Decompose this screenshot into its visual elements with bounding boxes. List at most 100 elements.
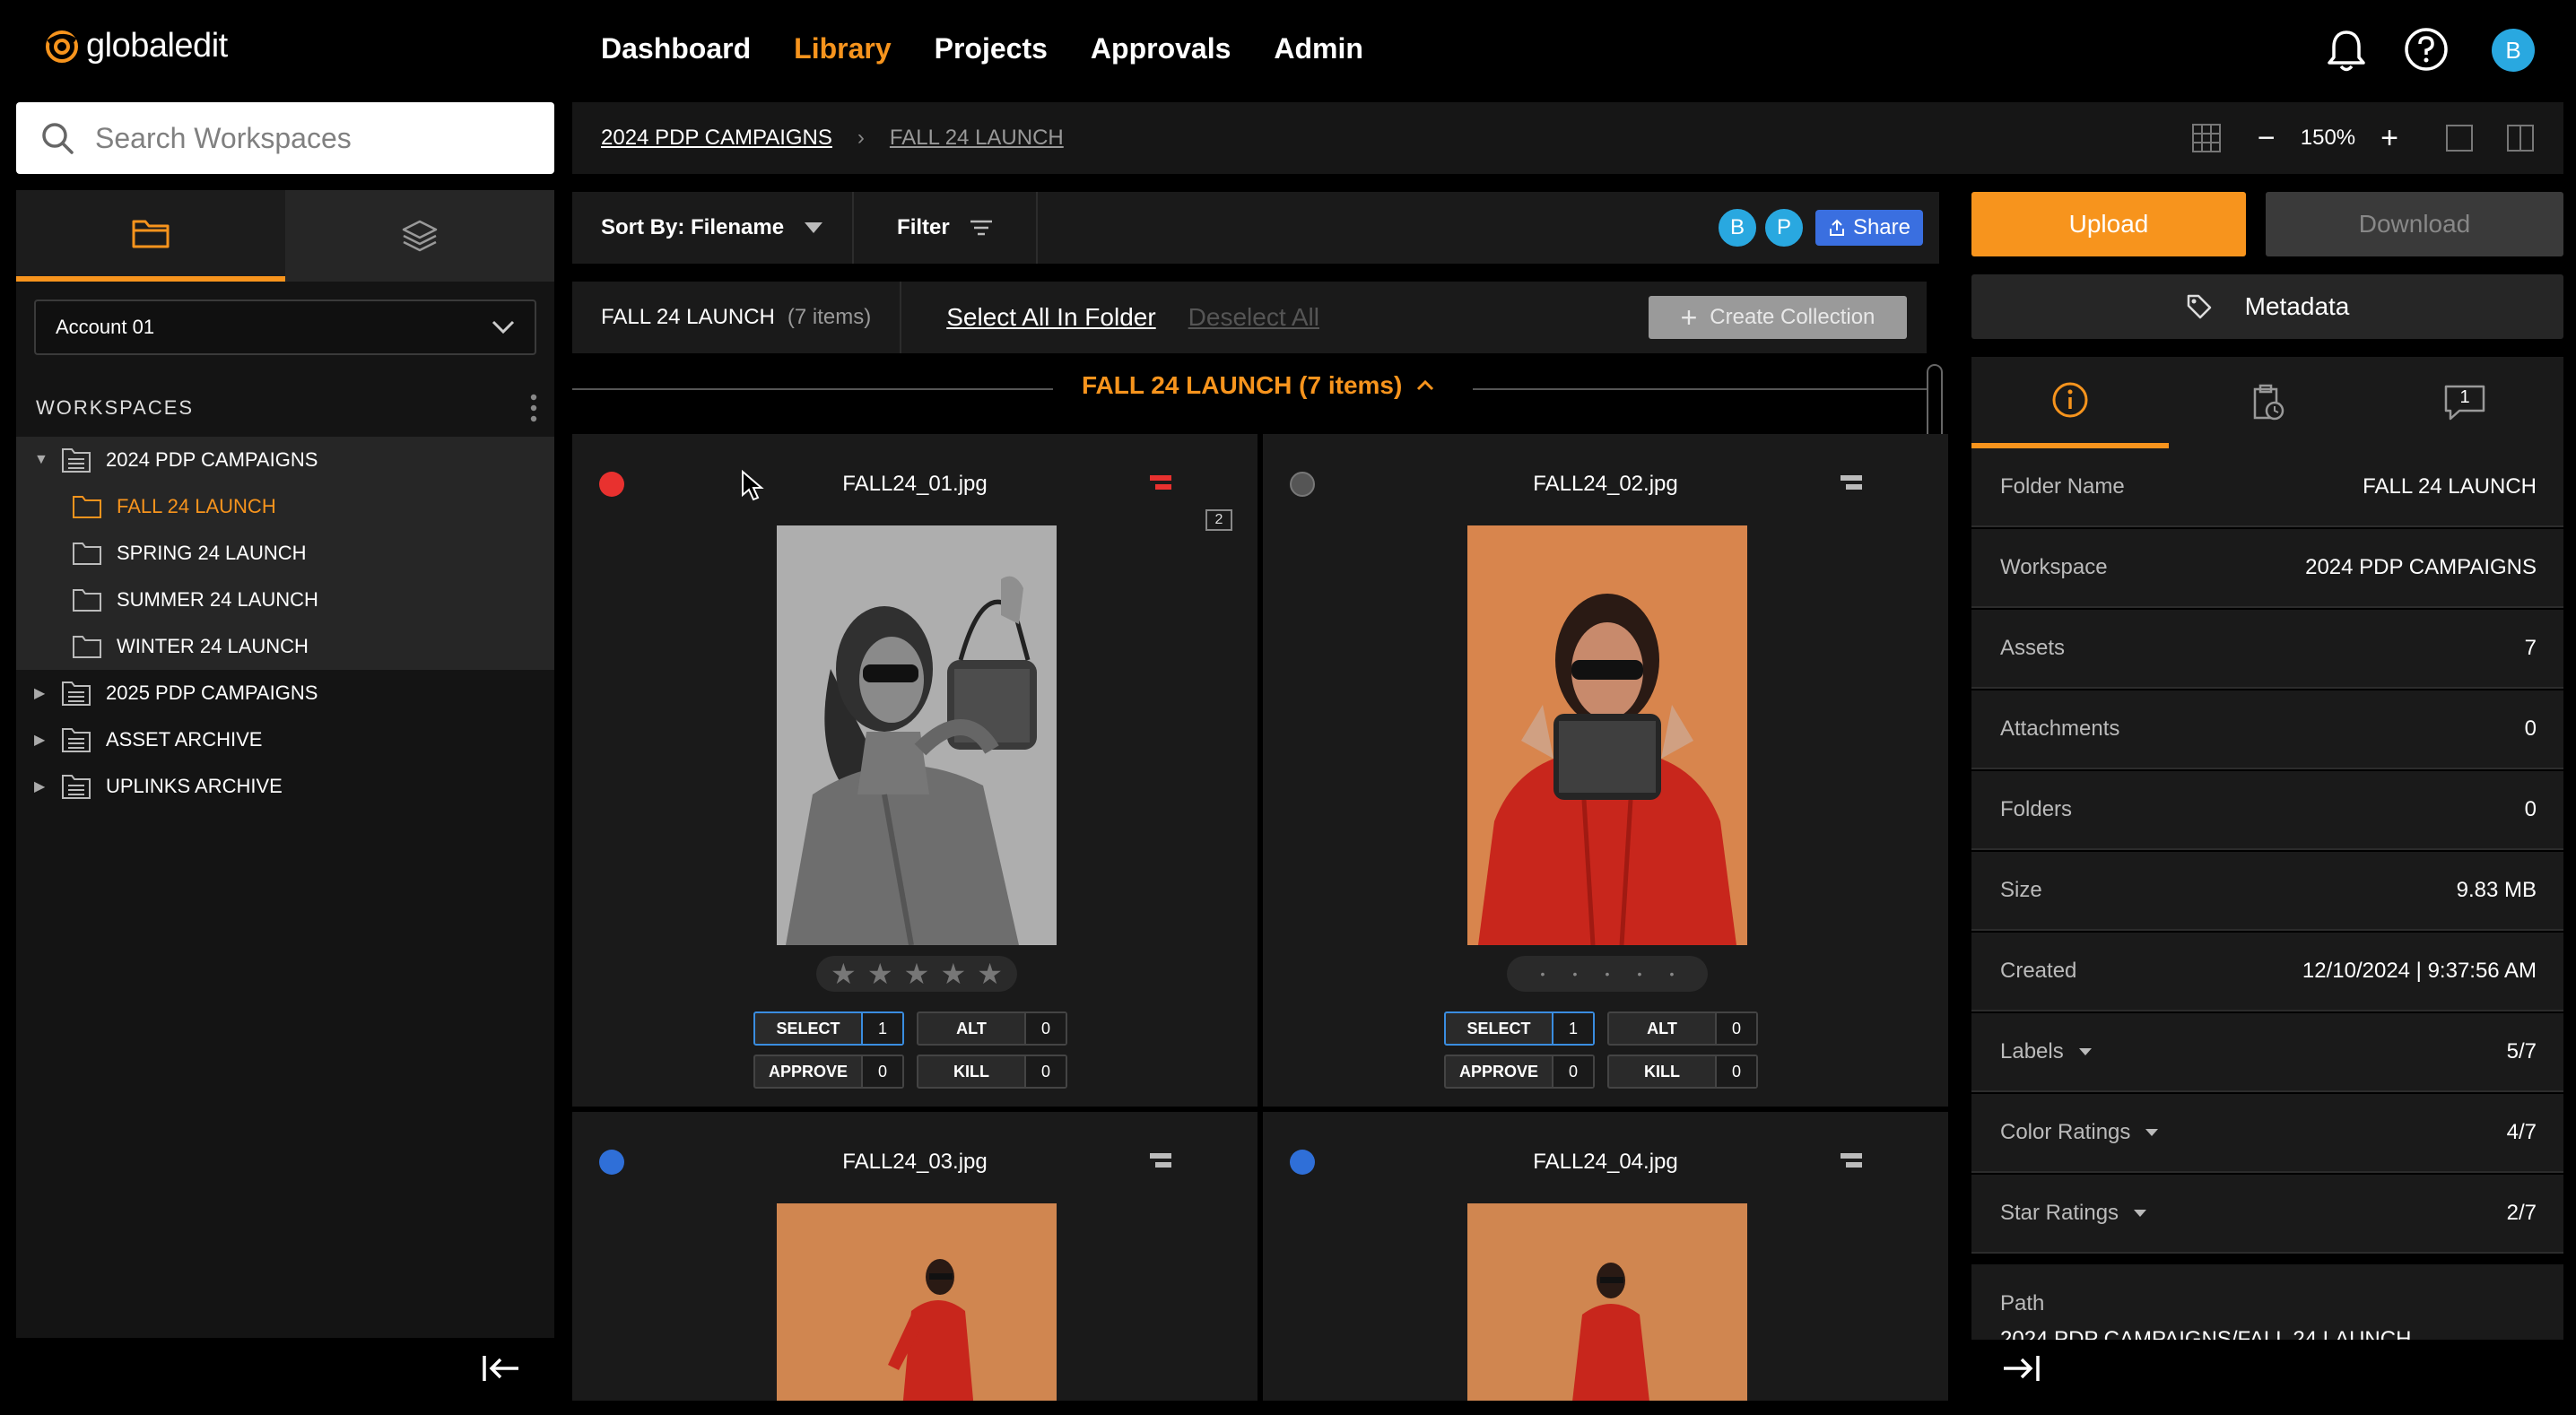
- alt-vote-button[interactable]: ALT 0: [917, 1011, 1067, 1046]
- approve-vote-button[interactable]: APPROVE 0: [1444, 1055, 1595, 1089]
- star-icon[interactable]: ★: [977, 957, 1003, 991]
- metadata-button[interactable]: Metadata: [1971, 274, 2563, 339]
- zoom-out-button[interactable]: −: [2258, 121, 2276, 156]
- tab-activity[interactable]: [2169, 357, 2366, 448]
- asset-thumbnail[interactable]: [1467, 1203, 1747, 1401]
- sort-dropdown[interactable]: Sort By: Filename: [572, 192, 855, 264]
- approve-vote-button[interactable]: APPROVE 0: [753, 1055, 904, 1089]
- nav-library[interactable]: Library: [794, 32, 891, 65]
- kill-vote-button[interactable]: KILL 0: [917, 1055, 1067, 1089]
- path-value: 2024 PDP CAMPAIGNS/FALL 24 LAUNCH: [2000, 1327, 2412, 1340]
- deselect-all-link[interactable]: Deselect All: [1188, 303, 1319, 332]
- help-button[interactable]: [2404, 27, 2449, 72]
- collapse-sidebar-button[interactable]: [481, 1352, 522, 1385]
- empty-star-icon[interactable]: •: [1638, 967, 1642, 981]
- info-row-color-ratings[interactable]: Color Ratings 4/7: [1971, 1094, 2563, 1173]
- info-key: Workspace: [2000, 555, 2108, 579]
- select-vote-button[interactable]: SELECT 1: [753, 1011, 904, 1046]
- create-collection-button[interactable]: + Create Collection: [1649, 296, 1907, 339]
- grid-view-icon[interactable]: [2191, 123, 2222, 153]
- user-avatar[interactable]: B: [2492, 29, 2535, 72]
- star-icon[interactable]: ★: [904, 957, 930, 991]
- caret-collapsed-icon[interactable]: ▶: [34, 777, 52, 795]
- asset-thumbnail[interactable]: [777, 1203, 1057, 1401]
- versions-icon[interactable]: [1839, 1151, 1864, 1171]
- folder-bar: FALL 24 LAUNCH (7 items) Select All In F…: [572, 282, 1927, 353]
- photo-woman-red-jacket: [1467, 525, 1747, 945]
- tab-comments[interactable]: 1: [2366, 357, 2563, 448]
- versions-icon[interactable]: [1148, 1151, 1173, 1171]
- tree-item-2024-pdp-campaigns[interactable]: ▼ 2024 PDP CAMPAIGNS: [16, 437, 554, 483]
- tree-item-spring-24-launch[interactable]: SPRING 24 LAUNCH: [16, 530, 554, 577]
- info-row-labels[interactable]: Labels 5/7: [1971, 1013, 2563, 1092]
- search-input[interactable]: [95, 121, 526, 155]
- star-rating[interactable]: ★ ★ ★ ★ ★: [816, 956, 1017, 992]
- tab-collections[interactable]: [285, 190, 554, 282]
- nav-dashboard[interactable]: Dashboard: [601, 32, 751, 65]
- nav-approvals[interactable]: Approvals: [1091, 32, 1231, 65]
- tree-item-2025-pdp-campaigns[interactable]: ▶ 2025 PDP CAMPAIGNS: [16, 670, 554, 716]
- account-select[interactable]: Account 01: [34, 299, 536, 355]
- asset-thumbnail[interactable]: [1467, 525, 1747, 945]
- empty-star-icon[interactable]: •: [1573, 967, 1578, 981]
- breadcrumb-item-folder[interactable]: FALL 24 LAUNCH: [890, 126, 1064, 151]
- empty-star-icon[interactable]: •: [1606, 967, 1610, 981]
- star-icon[interactable]: ★: [831, 957, 857, 991]
- star-icon[interactable]: ★: [867, 957, 893, 991]
- chevron-down-icon: [492, 320, 515, 334]
- tree-item-summer-24-launch[interactable]: SUMMER 24 LAUNCH: [16, 577, 554, 623]
- collaborator-avatar[interactable]: B: [1716, 207, 1758, 248]
- caret-collapsed-icon[interactable]: ▶: [34, 731, 52, 749]
- versions-red-icon[interactable]: [1148, 473, 1173, 493]
- filter-button[interactable]: Filter: [854, 192, 1038, 264]
- info-key: Assets: [2000, 636, 2066, 660]
- workspace-icon: [62, 448, 91, 473]
- nav-projects[interactable]: Projects: [935, 32, 1048, 65]
- breadcrumb-item-workspace[interactable]: 2024 PDP CAMPAIGNS: [601, 126, 832, 151]
- asset-card[interactable]: FALL24_03.jpg: [572, 1112, 1258, 1401]
- info-row-created: Created 12/10/2024 | 9:37:56 AM: [1971, 933, 2563, 1011]
- single-view-icon[interactable]: [2445, 124, 2474, 152]
- section-header[interactable]: FALL 24 LAUNCH (7 items): [572, 368, 1927, 411]
- versions-icon[interactable]: [1839, 473, 1864, 493]
- select-all-link[interactable]: Select All In Folder: [946, 303, 1155, 332]
- star-rating[interactable]: • • • • •: [1507, 956, 1708, 992]
- info-key-dropdown[interactable]: Color Ratings: [2000, 1120, 2159, 1145]
- asset-card[interactable]: FALL24_02.jpg • • • • • SELECT 1 ALT 0 A…: [1263, 434, 1948, 1107]
- tree-item-winter-24-launch[interactable]: WINTER 24 LAUNCH: [16, 623, 554, 670]
- download-button[interactable]: Download: [2266, 192, 2563, 256]
- empty-star-icon[interactable]: •: [1541, 967, 1545, 981]
- split-view-icon[interactable]: [2506, 124, 2535, 152]
- share-button[interactable]: Share: [1815, 210, 1923, 246]
- info-row-star-ratings[interactable]: Star Ratings 2/7: [1971, 1175, 2563, 1254]
- info-key-dropdown[interactable]: Labels: [2000, 1039, 2093, 1064]
- info-key-dropdown[interactable]: Star Ratings: [2000, 1201, 2147, 1226]
- folder-count: (7 items): [787, 305, 872, 329]
- notifications-button[interactable]: [2325, 27, 2368, 74]
- kill-vote-button[interactable]: KILL 0: [1607, 1055, 1758, 1089]
- tab-info[interactable]: [1971, 357, 2169, 448]
- asset-card[interactable]: FALL24_04.jpg: [1263, 1112, 1948, 1401]
- select-vote-button[interactable]: SELECT 1: [1444, 1011, 1595, 1046]
- app-logo[interactable]: globaledit: [43, 27, 228, 65]
- upload-button[interactable]: Upload: [1971, 192, 2246, 256]
- info-value: 12/10/2024 | 9:37:56 AM: [2302, 959, 2537, 983]
- nav-admin[interactable]: Admin: [1274, 32, 1363, 65]
- tree-item-fall-24-launch[interactable]: FALL 24 LAUNCH: [16, 483, 554, 530]
- asset-card[interactable]: FALL24_01.jpg 2 ★ ★ ★ ★ ★ SELECT 1 ALT 0…: [572, 434, 1258, 1107]
- caret-collapsed-icon[interactable]: ▶: [34, 684, 52, 702]
- info-key: Created: [2000, 959, 2077, 983]
- more-vertical-icon[interactable]: [529, 393, 538, 423]
- asset-thumbnail[interactable]: [777, 525, 1057, 945]
- alt-vote-button[interactable]: ALT 0: [1607, 1011, 1758, 1046]
- tree-item-asset-archive[interactable]: ▶ ASSET ARCHIVE: [16, 716, 554, 763]
- tree-item-uplinks-archive[interactable]: ▶ UPLINKS ARCHIVE: [16, 763, 554, 810]
- collapse-details-button[interactable]: [2000, 1352, 2041, 1385]
- star-icon[interactable]: ★: [940, 957, 966, 991]
- tab-folders[interactable]: [16, 190, 285, 282]
- chevron-up-icon: [1417, 380, 1434, 391]
- zoom-in-button[interactable]: +: [2380, 121, 2398, 156]
- caret-expanded-icon[interactable]: ▼: [34, 452, 52, 468]
- collaborator-avatar[interactable]: P: [1762, 207, 1805, 248]
- empty-star-icon[interactable]: •: [1670, 967, 1675, 981]
